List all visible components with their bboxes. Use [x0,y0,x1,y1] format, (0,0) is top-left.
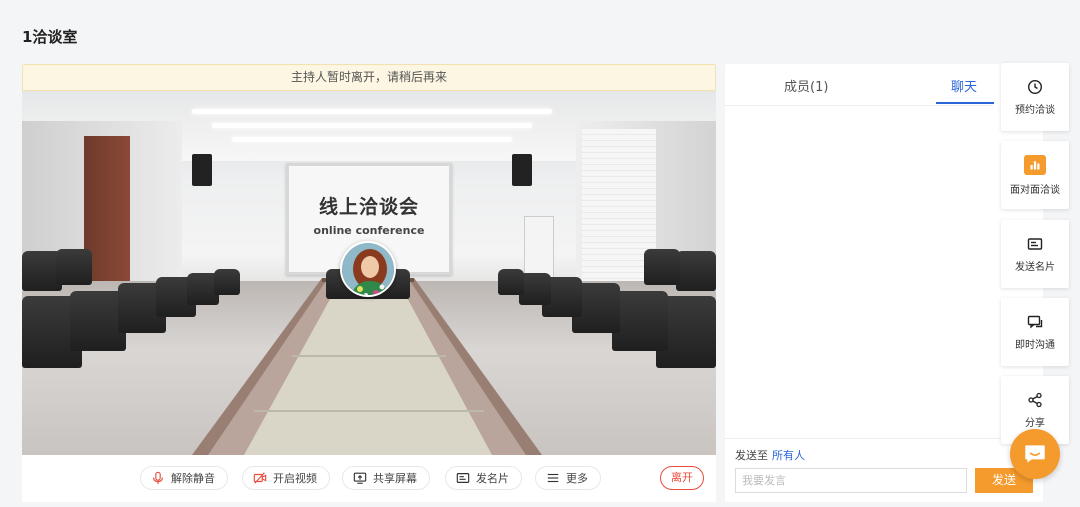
rail-send-card[interactable]: 发送名片 [1001,220,1069,288]
send-card-label: 发名片 [476,472,509,485]
video-off-icon [253,472,267,484]
chat-input[interactable] [735,468,967,493]
host-away-notice: 主持人暂时离开，请稍后再来 [22,64,716,91]
rail-schedule-meeting[interactable]: 预约洽谈 [1001,63,1069,131]
send-card-button[interactable]: 发名片 [445,466,522,490]
card-icon [456,473,470,483]
meeting-room-background: 线上洽谈会 online conference [22,91,716,455]
tab-members[interactable]: 成员(1) [784,76,828,95]
more-label: 更多 [566,472,588,485]
rail-label: 即时沟通 [1015,339,1055,351]
video-panel: 主持人暂时离开，请稍后再来 线上洽谈会 online conference 解除… [22,64,716,502]
bar-chart-icon [1024,154,1046,175]
chair [612,291,668,351]
chat-message-list [725,106,1043,438]
start-video-button[interactable]: 开启视频 [242,466,330,490]
card-icon [1027,237,1043,250]
chair [644,249,680,285]
leave-button[interactable]: 离开 [660,466,704,490]
chat-bubble-icon [1025,445,1045,463]
clock-icon [1027,79,1043,94]
unmute-label: 解除静音 [171,472,215,485]
chair [676,251,716,291]
chair [214,269,240,295]
send-to: 发送至 所有人 [735,447,805,463]
mic-icon [153,471,163,485]
more-button[interactable]: 更多 [535,466,601,490]
chair [498,269,524,295]
share-screen-button[interactable]: 共享屏幕 [342,466,430,490]
unmute-button[interactable]: 解除静音 [140,466,228,490]
share-screen-label: 共享屏幕 [373,472,417,485]
share-icon [1028,392,1042,407]
chat-compose: 发送至所有人 发送 [725,438,1043,502]
menu-icon [547,473,559,483]
send-to-label: 发送至 [735,449,768,462]
participant-avatar[interactable] [340,241,396,297]
video-toolbar: 解除静音 开启视频 共享屏幕 发名片 更多 离开 [22,455,716,502]
start-video-label: 开启视频 [273,472,317,485]
share-screen-icon [353,472,367,484]
room-title: 1洽谈室 [22,28,78,46]
rail-instant-chat[interactable]: 即时沟通 [1001,298,1069,366]
side-tabs: 成员(1) 聊天 [725,64,994,106]
rail-face-to-face[interactable]: 面对面洽谈 [1001,141,1069,209]
tab-chat[interactable]: 聊天 [951,76,977,95]
active-tab-indicator [936,102,994,104]
chat-icon [1027,315,1043,328]
help-chat-fab[interactable] [1010,429,1060,479]
side-panel: 成员(1) 聊天 发送至所有人 发送 [725,64,1043,502]
rail-label: 预约洽谈 [1015,104,1055,116]
send-to-target[interactable]: 所有人 [772,449,805,462]
rail-label: 面对面洽谈 [1010,184,1060,196]
rail-label: 分享 [1025,417,1045,429]
title-bar: 1洽谈室 [0,0,1080,62]
rail-label: 发送名片 [1015,261,1055,273]
chair [56,249,92,285]
